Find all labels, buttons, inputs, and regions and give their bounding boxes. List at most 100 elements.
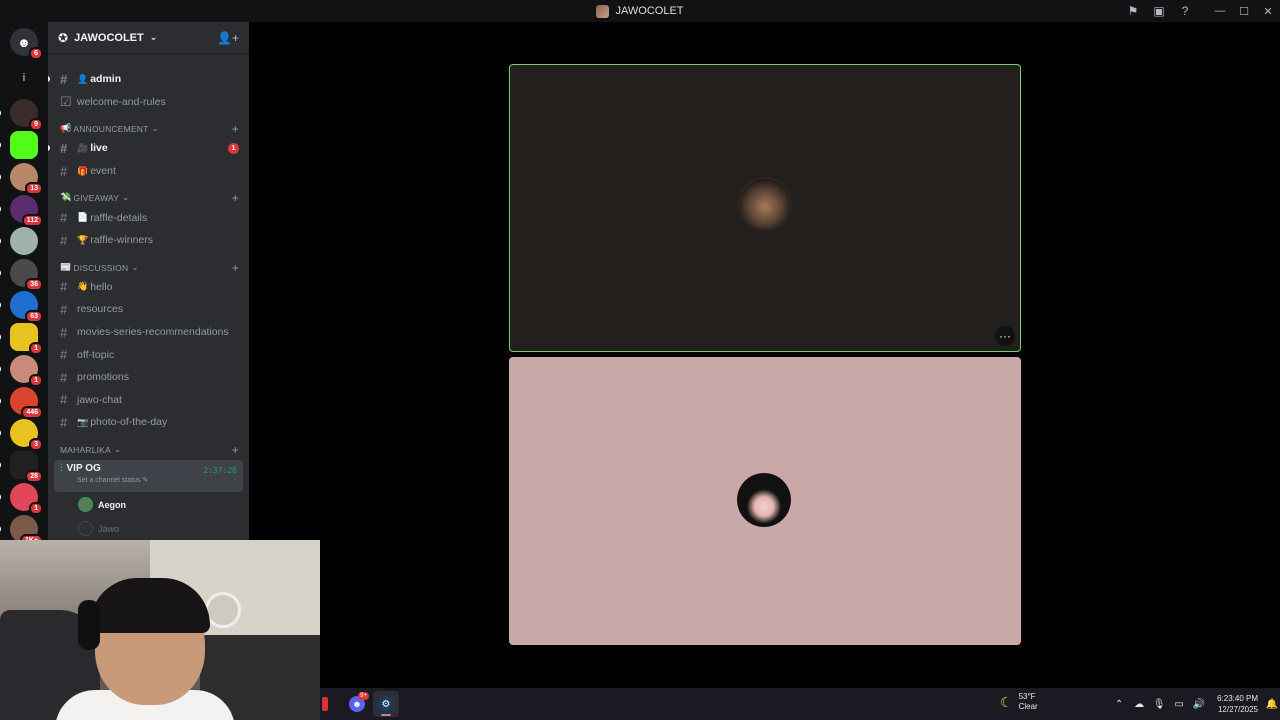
channel-label: event	[90, 165, 116, 178]
participant-tile-2[interactable]	[509, 357, 1021, 645]
create-channel-icon[interactable]: +	[232, 444, 239, 456]
voice-channel-name: VIP OG	[66, 462, 101, 474]
taskbar-discord[interactable]: ☻ 9+	[344, 691, 370, 717]
category-label: DISCUSSION	[73, 262, 129, 273]
server-badge: 63	[25, 310, 43, 323]
mention-badge: 1	[228, 142, 239, 154]
inbox-icon[interactable]: ▣	[1146, 0, 1172, 22]
taskbar-app-partial[interactable]	[320, 691, 330, 717]
server-icon-server-6[interactable]: 36	[0, 259, 43, 291]
category-announcement[interactable]: 📢 ANNOUNCEMENT ⌄ +	[48, 113, 249, 137]
minimize-button[interactable]: —	[1208, 0, 1232, 22]
channel-movies-series-recommendations[interactable]: # movies-series-recommendations	[48, 321, 249, 344]
server-icon-server-9[interactable]: 1	[0, 355, 43, 387]
server-icon-server-14[interactable]: 1K+	[0, 515, 43, 542]
server-icon-server-8[interactable]: 1	[0, 323, 43, 355]
server-icon-server-5[interactable]	[0, 227, 38, 255]
chevron-down-icon: ⌄	[113, 443, 122, 454]
flag-icon[interactable]: ⚑	[1120, 0, 1146, 22]
window-title-text: JAWOCOLET	[615, 5, 684, 17]
channel-label: welcome-and-rules	[77, 95, 166, 108]
server-header[interactable]: ✪ JAWOCOLET ⌄ 👤+	[48, 22, 249, 54]
server-icon-server-12[interactable]: 28	[0, 451, 43, 483]
participant-tile-1[interactable]: ···	[509, 64, 1021, 352]
channel-label: admin	[90, 73, 122, 86]
channel-emoji: 👤	[77, 73, 89, 84]
server-icon-server-11[interactable]: 3	[0, 419, 43, 451]
server-icon-server-kick[interactable]	[0, 131, 38, 159]
create-channel-icon[interactable]: +	[232, 262, 239, 274]
server-info-button[interactable]: i	[10, 64, 38, 92]
hash-icon: #	[60, 369, 68, 385]
server-slot: 1	[0, 481, 48, 515]
voice-channel-vip-og[interactable]: ⫶ VIP OG Set a channel status ✎ 2:37:26	[54, 459, 243, 492]
clock[interactable]: 6:23:40 PM 12/27/2025	[1209, 693, 1264, 715]
channel-photo-of-the-day[interactable]: # 📷 photo-of-the-day	[48, 411, 249, 434]
voice-channel-status[interactable]: Set a channel status ✎	[77, 476, 237, 484]
taskbar-steam[interactable]: ⚙	[373, 691, 399, 717]
channel-event[interactable]: # 🎁 event	[48, 160, 249, 183]
server-icon-server-4[interactable]: 112	[0, 195, 43, 227]
server-slot: 1	[0, 321, 48, 355]
unread-pill	[0, 333, 1, 341]
channel-hello[interactable]: # 👋 hello	[48, 276, 249, 299]
server-badge: 3	[29, 438, 43, 451]
pencil-icon: ✎	[142, 476, 149, 484]
notifications-icon[interactable]: 🔔	[1264, 688, 1280, 720]
server-icon-server-13[interactable]: 1	[0, 483, 43, 515]
create-channel-icon[interactable]: +	[232, 123, 239, 135]
channel-raffle-winners[interactable]: # 🏆 raffle-winners	[48, 229, 249, 252]
hash-icon: #	[60, 163, 68, 179]
network-icon[interactable]: ▭	[1169, 688, 1189, 720]
channel-off-topic[interactable]: # off-topic	[48, 343, 249, 366]
unread-pill	[0, 173, 1, 181]
invite-people-icon[interactable]: 👤+	[217, 31, 239, 45]
channel-label: live	[90, 142, 108, 155]
channel-admin[interactable]: # 👤 admin	[48, 68, 249, 91]
more-options-button[interactable]: ···	[995, 326, 1015, 346]
channel-raffle-details[interactable]: # 📄 raffle-details	[48, 206, 249, 229]
category-maharlika[interactable]: MAHARLIKA ⌄ +	[48, 434, 249, 458]
title-bar: JAWOCOLET ⚑ ▣ ? — ☐ ✕	[0, 0, 1280, 22]
channel-emoji: 🎥	[77, 142, 89, 153]
voice-user-jawo[interactable]: Jawo	[48, 518, 249, 540]
chevron-up-icon[interactable]: ⌃	[1109, 688, 1129, 720]
help-icon[interactable]: ?	[1172, 0, 1198, 22]
category-discussion[interactable]: 📰 DISCUSSION ⌄ +	[48, 252, 249, 276]
channel-promotions[interactable]: # promotions	[48, 366, 249, 389]
server-icon-server-10[interactable]: 446	[0, 387, 43, 419]
unread-pill	[0, 269, 1, 277]
volume-icon[interactable]: 🔊	[1189, 688, 1209, 720]
rules-icon: ☑	[60, 93, 72, 109]
channel-label: raffle-details	[90, 211, 148, 224]
channel-jawo-chat[interactable]: # jawo-chat	[48, 389, 249, 412]
hash-icon: #	[60, 140, 68, 156]
channel-label: jawo-chat	[77, 393, 122, 406]
category-giveaway[interactable]: 💸 GIVEAWAY ⌄ +	[48, 182, 249, 206]
channel-resources[interactable]: # resources	[48, 298, 249, 321]
microphone-icon[interactable]: 🎙	[1149, 688, 1169, 720]
discord-home-button[interactable]: ☻ 6	[10, 28, 43, 60]
create-channel-icon[interactable]: +	[232, 192, 239, 204]
server-icon-server-1[interactable]: 9	[0, 99, 43, 131]
unread-pill	[0, 205, 1, 213]
taskbar: ☻ 9+ ⚙ ☾ 53°F Clear ⌃ ☁ 🎙 ▭ 🔊 6:23:40 PM…	[320, 688, 1280, 720]
cloud-icon[interactable]: ☁	[1129, 688, 1149, 720]
avatar	[78, 497, 93, 513]
channel-emoji: 📄	[77, 212, 89, 223]
channel-live[interactable]: # 🎥 live 1	[48, 137, 249, 160]
category-emoji: 📰	[60, 261, 72, 272]
unread-pill	[0, 429, 1, 437]
channel-welcome-and-rules[interactable]: ☑ welcome-and-rules	[48, 91, 249, 114]
weather-desc: Clear	[1018, 702, 1038, 711]
server-name: JAWOCOLET	[74, 31, 144, 44]
server-icon-server-3[interactable]: 13	[0, 163, 43, 195]
weather-widget[interactable]: ☾ 53°F Clear	[1000, 692, 1038, 712]
clock-date: 12/27/2025	[1217, 705, 1258, 714]
hash-icon: #	[60, 279, 68, 295]
voice-user-aegon[interactable]: Aegon	[48, 494, 249, 516]
server-slot: 9	[0, 97, 48, 131]
maximize-button[interactable]: ☐	[1232, 0, 1256, 22]
server-icon-server-7[interactable]: 63	[0, 291, 43, 323]
close-button[interactable]: ✕	[1256, 0, 1280, 22]
